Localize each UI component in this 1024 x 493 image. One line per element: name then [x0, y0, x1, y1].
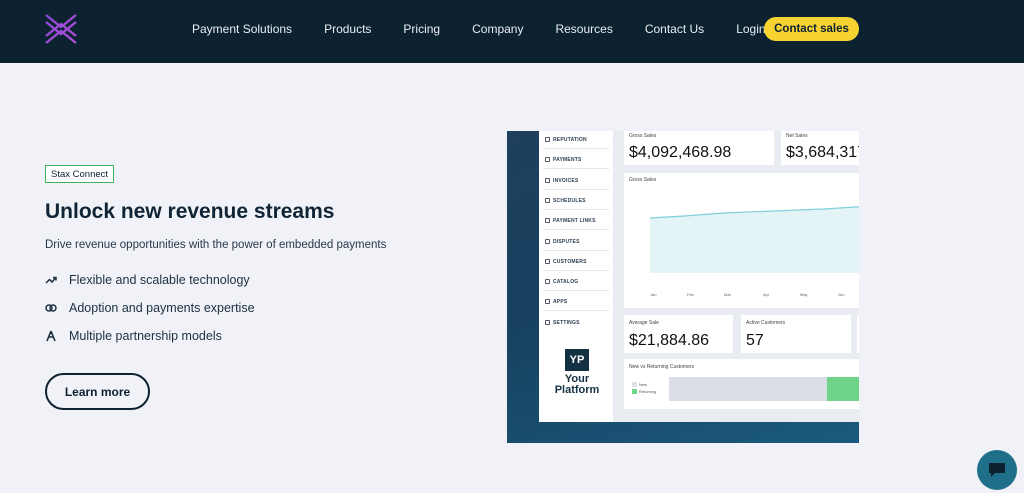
apps-icon: [545, 299, 550, 304]
divider: [543, 168, 609, 169]
chat-icon: [989, 463, 1005, 477]
invoice-icon: [545, 178, 550, 183]
star-icon: [545, 137, 550, 142]
x-tick: Mar: [724, 292, 731, 297]
card-value: $21,884.86: [629, 332, 710, 349]
feature-text: Multiple partnership models: [69, 329, 222, 343]
sidebar-item-catalog: CATALOG: [545, 279, 578, 285]
schedule-icon: [545, 198, 550, 203]
nav-resources[interactable]: Resources: [555, 22, 612, 36]
gear-icon: [545, 320, 550, 325]
card-label: Gross Sales: [629, 133, 657, 139]
hero-subtitle: Drive revenue opportunities with the pow…: [45, 239, 387, 251]
product-badge: Stax Connect: [45, 165, 115, 183]
contact-sales-button[interactable]: Contact sales: [764, 17, 859, 41]
trend-up-icon: [45, 276, 57, 284]
legend-returning: Returning: [632, 389, 656, 394]
nav-payment-solutions[interactable]: Payment Solutions: [192, 22, 292, 36]
divider: [543, 209, 609, 210]
payments-icon: [545, 157, 550, 162]
catalog-icon: [545, 279, 550, 284]
feature-text: Flexible and scalable technology: [69, 273, 250, 287]
card-value: $4,092,468.98: [629, 144, 732, 161]
feature-text: Adoption and payments expertise: [69, 301, 255, 315]
platform-logo: YP: [565, 349, 589, 371]
feature-item: Multiple partnership models: [45, 329, 222, 343]
x-tick: Apr: [763, 292, 770, 297]
x-tick: Jan: [650, 292, 657, 297]
average-sale-card: Average Sale $21,884.86: [624, 315, 733, 353]
nav-login[interactable]: Login: [736, 22, 765, 36]
logo-icon[interactable]: [44, 13, 78, 45]
returning-customers-card: New vs Returning Customers New Returning: [624, 359, 859, 409]
nav-links: Payment Solutions Products Pricing Compa…: [176, 0, 782, 58]
sidebar-item-apps: APPS: [545, 299, 567, 305]
feature-item: Flexible and scalable technology: [45, 273, 250, 287]
platform-name: Your Platform: [554, 373, 600, 396]
active-customers-card: Active Customers 57: [741, 315, 851, 353]
x-tick: May: [800, 292, 808, 297]
nav-company[interactable]: Company: [472, 22, 523, 36]
divider: [543, 148, 609, 149]
net-sales-card: Net Sales $3,684,317: [781, 131, 859, 165]
top-nav: Payment Solutions Products Pricing Compa…: [0, 0, 1024, 63]
sidebar-item-payment-links: PAYMENT LINKS: [545, 218, 596, 224]
feature-item: Adoption and payments expertise: [45, 301, 255, 315]
card-label: Active Customers: [746, 320, 786, 326]
bar-returning: [827, 377, 859, 401]
bar-new: [669, 377, 827, 401]
dashboard-preview: REPUTATION PAYMENTS INVOICES SCHEDULES P…: [507, 131, 859, 443]
area-chart: [649, 206, 859, 273]
divider: [543, 310, 609, 311]
sidebar-item-payments: PAYMENTS: [545, 157, 582, 163]
chat-button[interactable]: [977, 450, 1017, 490]
legend-swatch: [632, 382, 637, 387]
link-icon: [545, 218, 550, 223]
hero-title: Unlock new revenue streams: [45, 200, 335, 223]
nav-products[interactable]: Products: [324, 22, 371, 36]
partners-icon: [46, 330, 56, 342]
nav-pricing[interactable]: Pricing: [403, 22, 440, 36]
legend-new: New: [632, 382, 647, 387]
gross-sales-card: Gross Sales $4,092,468.98: [624, 131, 774, 165]
nav-contact-us[interactable]: Contact Us: [645, 22, 704, 36]
x-tick: Feb: [687, 292, 694, 297]
sidebar-item-invoices: INVOICES: [545, 178, 579, 184]
card-label: New vs Returning Customers: [629, 364, 695, 370]
divider: [543, 250, 609, 251]
divider: [543, 189, 609, 190]
sidebar-item-reputation: REPUTATION: [545, 137, 587, 143]
learn-more-button[interactable]: Learn more: [45, 373, 150, 410]
card-value: $3,684,317: [786, 144, 859, 161]
gross-sales-chart: Gross Sales Jan Feb Mar Apr May Jun: [624, 173, 859, 308]
sidebar-item-customers: CUSTOMERS: [545, 259, 587, 265]
dashboard-sidebar: REPUTATION PAYMENTS INVOICES SCHEDULES P…: [539, 131, 613, 422]
sidebar-item-settings: SETTINGS: [545, 320, 580, 326]
dispute-icon: [545, 239, 550, 244]
card-edge: [857, 315, 859, 353]
divider: [543, 229, 609, 230]
dashboard-window: REPUTATION PAYMENTS INVOICES SCHEDULES P…: [539, 131, 859, 422]
sidebar-item-schedules: SCHEDULES: [545, 198, 586, 204]
interlock-icon: [45, 304, 57, 312]
customers-icon: [545, 259, 550, 264]
sidebar-item-disputes: DISPUTES: [545, 239, 580, 245]
card-value: 57: [746, 332, 764, 349]
card-label: Average Sale: [629, 320, 659, 326]
divider: [543, 290, 609, 291]
divider: [543, 270, 609, 271]
legend-swatch: [632, 389, 637, 394]
card-label: Net Sales: [786, 133, 808, 139]
x-tick: Jun: [838, 292, 845, 297]
